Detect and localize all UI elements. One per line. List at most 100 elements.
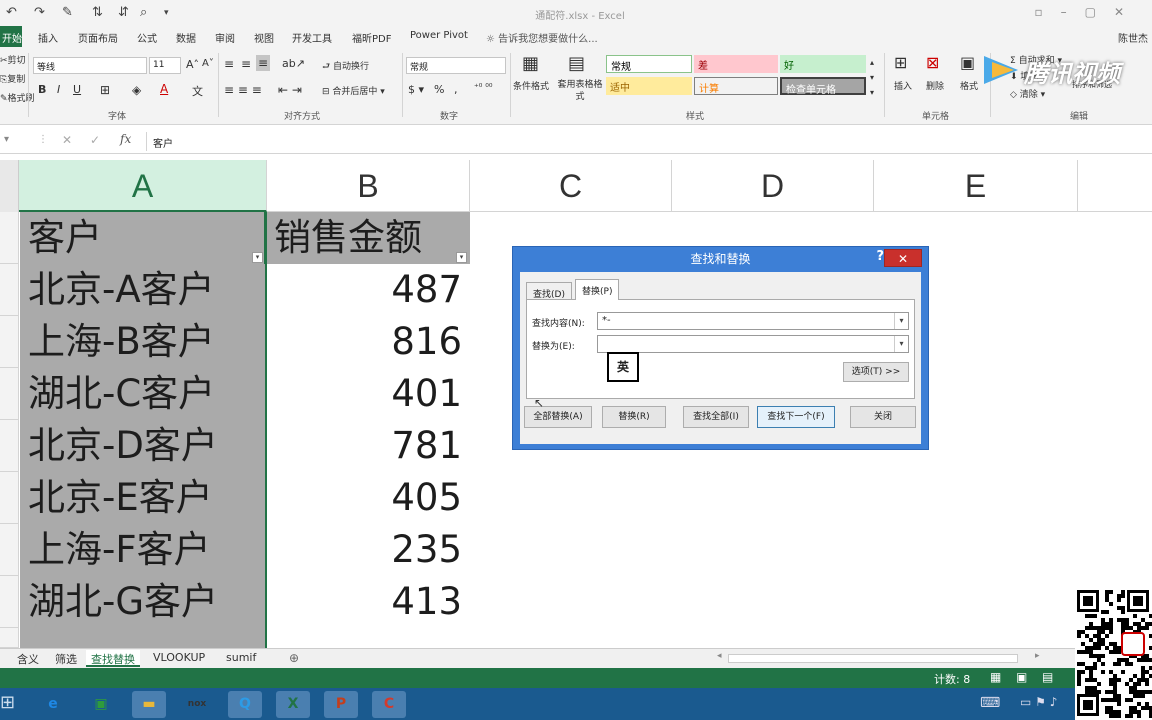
- tab-home[interactable]: 开始: [0, 26, 22, 47]
- format-cells-button[interactable]: 格式: [960, 79, 978, 92]
- merge-center-button[interactable]: ⊟ 合并后居中 ▾: [322, 84, 385, 97]
- cell-customer[interactable]: 北京-A客户: [20, 264, 266, 316]
- tab-foxit-pdf[interactable]: 福昕PDF: [352, 30, 391, 45]
- style-bad[interactable]: 差: [694, 55, 778, 73]
- font-size-box[interactable]: 11: [149, 57, 181, 74]
- cell-amount[interactable]: 405: [266, 472, 470, 524]
- window-controls[interactable]: ▫–▢✕: [1034, 5, 1142, 19]
- wrap-text-button[interactable]: ⮐ 自动换行: [322, 59, 369, 75]
- format-cells-icon[interactable]: ▣: [960, 53, 975, 72]
- italic-button[interactable]: I: [57, 83, 60, 96]
- format-painter-button[interactable]: ✎格式刷: [0, 91, 35, 104]
- sheet-tab-find-replace[interactable]: 查找替换: [86, 650, 140, 667]
- options-button[interactable]: 选项(T) >>: [843, 362, 909, 382]
- formula-input[interactable]: 客户: [146, 132, 1146, 151]
- select-all-corner[interactable]: [0, 160, 19, 212]
- cell-customer[interactable]: 湖北-C客户: [20, 368, 266, 420]
- powerpoint-icon[interactable]: P: [324, 691, 358, 718]
- cell-customer[interactable]: 上海-F客户: [20, 524, 266, 576]
- cell-customer[interactable]: 北京-E客户: [20, 472, 266, 524]
- column-header-f[interactable]: [1078, 160, 1152, 212]
- style-check-cell[interactable]: 检查单元格: [780, 77, 866, 96]
- replace-with-input[interactable]: ▾: [597, 335, 909, 353]
- table-format-icon[interactable]: ▤: [568, 53, 585, 74]
- align-bottom-icon[interactable]: ≡: [256, 55, 271, 71]
- row-header[interactable]: [0, 420, 19, 472]
- ie-icon[interactable]: e: [36, 691, 70, 718]
- print-preview-icon[interactable]: ⌕: [140, 5, 147, 20]
- cell-amount[interactable]: 487: [266, 264, 470, 316]
- column-header-e[interactable]: E: [874, 160, 1078, 212]
- tab-insert[interactable]: 插入: [38, 30, 58, 45]
- percent-button[interactable]: %: [434, 83, 444, 96]
- scroll-left-icon[interactable]: ◂: [712, 650, 727, 667]
- cell-amount[interactable]: 413: [266, 576, 470, 628]
- user-name[interactable]: 陈世杰: [1118, 30, 1148, 45]
- tab-review[interactable]: 审阅: [215, 30, 235, 45]
- row-header[interactable]: [0, 576, 19, 628]
- replace-dropdown-icon[interactable]: ▾: [894, 336, 908, 352]
- column-header-d[interactable]: D: [672, 160, 874, 212]
- conditional-format-button[interactable]: 条件格式: [513, 79, 549, 92]
- insert-function-icon[interactable]: fx: [120, 132, 131, 146]
- cell-customer[interactable]: 上海-B客户: [20, 316, 266, 368]
- sheet-tab-meaning[interactable]: 含义: [12, 650, 44, 667]
- styles-scroll-icon[interactable]: ▴ ▾ ▾: [870, 55, 874, 100]
- enter-icon[interactable]: ✓: [90, 133, 100, 147]
- align-left-icon[interactable]: ≡ ≡ ≡: [224, 83, 262, 97]
- phonetic-icon[interactable]: 文: [192, 83, 203, 99]
- tab-developer[interactable]: 开发工具: [292, 30, 332, 45]
- cancel-icon[interactable]: ✕: [62, 133, 72, 147]
- filter-dropdown-icon[interactable]: ▾: [456, 252, 467, 263]
- excel-icon[interactable]: X: [276, 691, 310, 718]
- font-color-icon[interactable]: A: [160, 82, 168, 96]
- keyboard-icon[interactable]: ⌨: [980, 695, 1000, 711]
- redo-icon[interactable]: ↷: [34, 5, 45, 20]
- scroll-right-icon[interactable]: ▸: [1030, 650, 1045, 667]
- tab-page-layout[interactable]: 页面布局: [78, 30, 118, 45]
- start-icon[interactable]: ⊞: [0, 692, 15, 713]
- delete-cells-icon[interactable]: ⊠: [926, 53, 939, 72]
- normal-view-icon[interactable]: ▦: [990, 670, 1001, 684]
- row-header[interactable]: [0, 524, 19, 576]
- find-what-input[interactable]: *- ▾: [597, 312, 909, 330]
- font-name-box[interactable]: 等线: [33, 57, 147, 74]
- column-header-b[interactable]: B: [267, 160, 470, 212]
- table-format-button[interactable]: 套用表格格式: [557, 79, 603, 103]
- undo-icon[interactable]: ↶: [6, 5, 17, 20]
- insert-cells-icon[interactable]: ⊞: [894, 53, 907, 72]
- tab-replace[interactable]: 替换(P): [575, 279, 620, 300]
- column-header-a[interactable]: A: [19, 160, 267, 212]
- style-calculation[interactable]: 计算: [694, 77, 778, 95]
- row-header[interactable]: [0, 472, 19, 524]
- shrink-font-icon[interactable]: A˅: [202, 58, 214, 69]
- sort-desc-qat-icon[interactable]: ⇵: [118, 5, 129, 20]
- row-header[interactable]: [0, 628, 19, 648]
- orientation-icon[interactable]: ab↗: [282, 57, 305, 70]
- find-dropdown-icon[interactable]: ▾: [894, 313, 908, 329]
- add-sheet-icon[interactable]: ⊕: [284, 650, 304, 667]
- comma-icon[interactable]: ,: [454, 83, 458, 96]
- tab-power-pivot[interactable]: Power Pivot: [410, 30, 468, 41]
- column-header-c[interactable]: C: [470, 160, 672, 212]
- camtasia-icon[interactable]: C: [372, 691, 406, 718]
- cell-b1[interactable]: 销售金额: [266, 212, 470, 264]
- bold-button[interactable]: B: [38, 83, 46, 96]
- currency-icon[interactable]: $ ▾: [408, 83, 424, 96]
- cell-a1[interactable]: 客户: [20, 212, 266, 264]
- cell-empty-selected[interactable]: [20, 628, 266, 648]
- nox-icon[interactable]: nox: [180, 691, 214, 718]
- delete-cells-button[interactable]: 删除: [926, 79, 944, 92]
- indent-icon[interactable]: ⇤ ⇥: [278, 83, 302, 97]
- store-icon[interactable]: ▣: [84, 691, 118, 718]
- sort-qat-icon[interactable]: ⇅: [92, 5, 103, 20]
- cut-button[interactable]: ✂剪切: [0, 53, 26, 66]
- align-top-icon[interactable]: ≡: [224, 57, 234, 71]
- sheet-tab-filter[interactable]: 筛选: [50, 650, 82, 667]
- name-box-arrow-icon[interactable]: ▾: [4, 134, 9, 145]
- dialog-close-text-button[interactable]: 关闭: [850, 406, 916, 428]
- copy-button[interactable]: ⎘复制: [0, 72, 25, 85]
- cell-amount[interactable]: 781: [266, 420, 470, 472]
- cell-amount[interactable]: 816: [266, 316, 470, 368]
- replace-button[interactable]: 替换(R): [602, 406, 666, 428]
